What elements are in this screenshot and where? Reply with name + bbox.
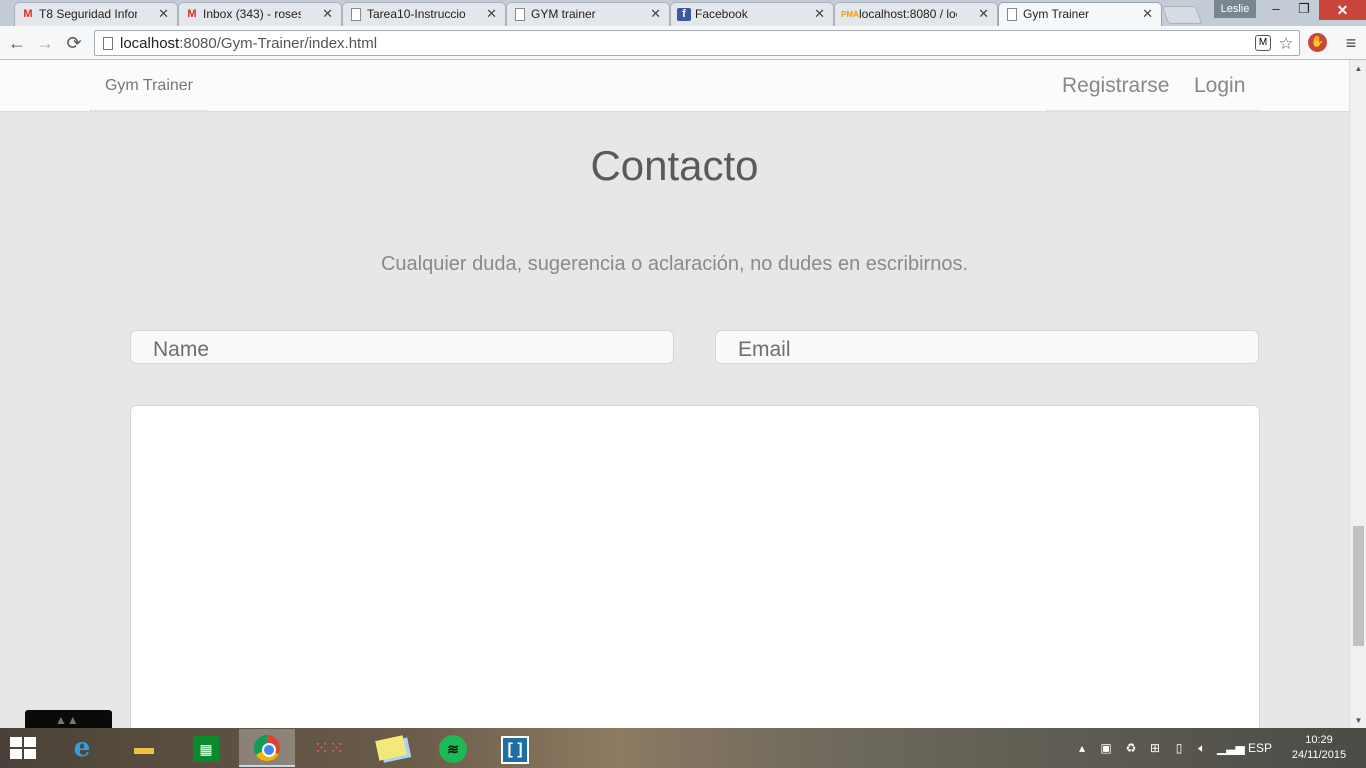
- tab-title: Inbox (343) - roses.le: [203, 7, 301, 21]
- wifi-signal-icon[interactable]: ▁▃▅: [1217, 728, 1245, 768]
- contact-title: Contacto: [590, 142, 759, 189]
- floating-widget[interactable]: ▲▲: [25, 710, 112, 728]
- taskbar-clock[interactable]: 10:29 24/11/2015: [1284, 733, 1354, 763]
- windows-flag-icon[interactable]: ⊞: [1146, 728, 1164, 768]
- recycle-icon[interactable]: ♻: [1122, 728, 1140, 768]
- new-tab-button[interactable]: [1161, 6, 1203, 24]
- phpmyadmin-icon: PMA: [841, 10, 859, 19]
- page-icon: [351, 8, 361, 21]
- minimize-icon[interactable]: –: [1262, 0, 1290, 20]
- bookmark-star-icon[interactable]: ☆: [1277, 35, 1295, 53]
- browser-tab[interactable]: M Inbox (343) - roses.le ✕: [178, 2, 342, 26]
- email-input[interactable]: [715, 330, 1259, 364]
- tab-title: GYM trainer: [531, 7, 596, 21]
- clock-date: 24/11/2015: [1291, 749, 1347, 761]
- sticky-notes-icon[interactable]: [363, 729, 419, 767]
- close-tab-icon[interactable]: ✕: [158, 6, 169, 22]
- navbar-right: Registrarse Login: [1047, 60, 1260, 111]
- page-scrollbar[interactable]: ▲ ▼: [1349, 60, 1366, 728]
- url-host: localhost: [120, 35, 180, 52]
- tab-title: Tarea10-Instruccione: [367, 7, 465, 21]
- network-adapter-icon[interactable]: ▣: [1097, 728, 1115, 768]
- gmail-icon: M: [23, 8, 33, 20]
- spotify-icon[interactable]: ≋: [425, 729, 481, 767]
- close-tab-icon[interactable]: ✕: [978, 6, 989, 22]
- web-page: Gym Trainer Registrarse Login Contacto C…: [0, 60, 1349, 728]
- battery-icon[interactable]: ▯: [1170, 728, 1188, 768]
- browser-tab-strip: M T8 Seguridad Inform ✕ M Inbox (343) - …: [0, 0, 1366, 26]
- url-path: :8080/Gym-Trainer/index.html: [179, 35, 378, 52]
- address-bar[interactable]: localhost:8080/Gym-Trainer/index.html M …: [94, 30, 1300, 56]
- close-tab-icon[interactable]: ✕: [1142, 6, 1153, 22]
- apps-icon[interactable]: ⁙⁙: [301, 729, 357, 767]
- extension-icon[interactable]: M: [1255, 35, 1271, 51]
- message-textarea[interactable]: [130, 405, 1260, 728]
- close-tab-icon[interactable]: ✕: [650, 6, 661, 22]
- tab-title: localhost:8080 / loca: [859, 7, 957, 21]
- file-explorer-icon[interactable]: ▬: [116, 729, 172, 767]
- browser-tab-active[interactable]: Gym Trainer ✕: [998, 2, 1162, 26]
- scroll-thumb[interactable]: [1353, 526, 1364, 646]
- browser-tab[interactable]: f Facebook ✕: [670, 2, 834, 26]
- close-tab-icon[interactable]: ✕: [814, 6, 825, 22]
- widget-icon: ▲▲: [55, 713, 79, 727]
- register-link[interactable]: Registrarse: [1062, 74, 1169, 98]
- back-arrow-icon[interactable]: ←: [5, 31, 29, 55]
- language-indicator[interactable]: ESP: [1244, 728, 1276, 768]
- scroll-down-arrow-icon[interactable]: ▼: [1354, 716, 1363, 725]
- tab-title: Facebook: [695, 7, 748, 21]
- windows-taskbar: e ▬ ▦ ⁙⁙ ≋ [ ] ▴ ▣ ♻ ⊞ ▯ 🔈︎ ▁▃▅ ESP 10:2…: [0, 728, 1366, 768]
- close-tab-icon[interactable]: ✕: [322, 6, 333, 22]
- forward-arrow-icon[interactable]: →: [33, 31, 57, 55]
- browser-toolbar: ← → ⟳ localhost:8080/Gym-Trainer/index.h…: [0, 26, 1366, 60]
- page-icon: [103, 37, 113, 50]
- site-brand-link[interactable]: Gym Trainer: [90, 60, 208, 111]
- page-icon: [515, 8, 525, 21]
- volume-icon[interactable]: 🔈︎: [1193, 728, 1211, 768]
- windows-start-icon[interactable]: [10, 737, 38, 761]
- facebook-icon: f: [677, 8, 691, 21]
- gmail-icon: M: [187, 8, 197, 20]
- show-hidden-icons-icon[interactable]: ▴: [1075, 728, 1089, 768]
- browser-tab[interactable]: M T8 Seguridad Inform ✕: [14, 2, 178, 26]
- site-navbar: Gym Trainer Registrarse Login: [0, 60, 1349, 112]
- restore-icon[interactable]: ❐: [1290, 0, 1318, 20]
- scroll-up-arrow-icon[interactable]: ▲: [1354, 64, 1363, 73]
- login-link[interactable]: Login: [1194, 74, 1245, 98]
- tab-title: Gym Trainer: [1023, 7, 1090, 21]
- page-icon: [1007, 8, 1017, 21]
- tab-title: T8 Seguridad Inform: [39, 7, 137, 21]
- store-icon[interactable]: ▦: [178, 729, 234, 767]
- contact-subtitle: Cualquier duda, sugerencia o aclaración,…: [380, 253, 969, 275]
- reload-icon[interactable]: ⟳: [62, 31, 86, 55]
- url-text: localhost:8080/Gym-Trainer/index.html: [120, 35, 377, 52]
- adblock-icon[interactable]: ✋: [1308, 33, 1327, 52]
- browser-tab[interactable]: Tarea10-Instruccione ✕: [342, 2, 506, 26]
- window-close-icon[interactable]: ✕: [1319, 0, 1366, 20]
- browser-tab[interactable]: GYM trainer ✕: [506, 2, 670, 26]
- menu-icon[interactable]: ≡: [1340, 31, 1362, 55]
- name-input[interactable]: [130, 330, 674, 364]
- browser-tab[interactable]: PMA localhost:8080 / loca ✕: [834, 2, 998, 26]
- chrome-icon[interactable]: [239, 729, 295, 767]
- brackets-icon[interactable]: [ ]: [487, 729, 543, 767]
- close-tab-icon[interactable]: ✕: [486, 6, 497, 22]
- profile-button[interactable]: Leslie: [1214, 0, 1256, 18]
- clock-time: 10:29: [1305, 734, 1333, 746]
- internet-explorer-icon[interactable]: e: [54, 729, 110, 767]
